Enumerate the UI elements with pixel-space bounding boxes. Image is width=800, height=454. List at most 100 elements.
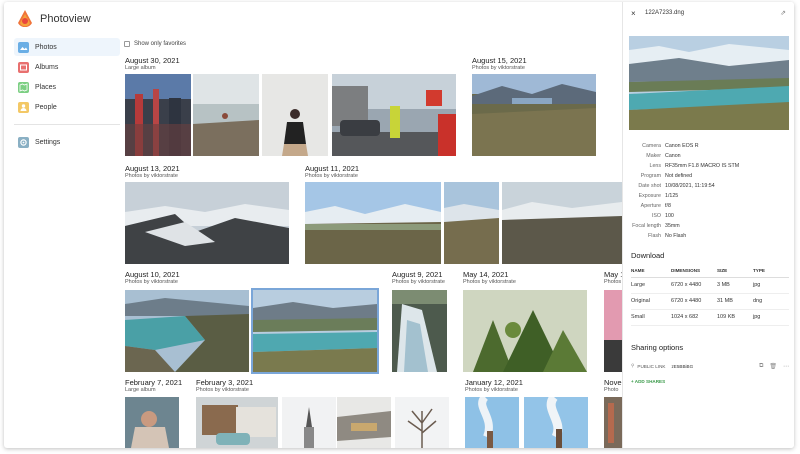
download-type: jpg [753,277,789,294]
photo-thumbnail[interactable] [337,397,391,448]
exif-row: Date shot 10/08/2021, 11:19:54 [623,181,794,191]
column-header: DIMENSIONS [671,265,717,278]
favorites-filter[interactable]: Show only favorites [124,41,186,47]
album-date[interactable]: August 10, 2021 [125,270,180,279]
album-subtitle: Photo [604,387,619,393]
public-link-label: PUBLIC LINK [637,363,666,369]
download-type: dng [753,293,789,310]
sidebar-item-label: People [35,103,57,111]
external-link-icon[interactable]: ⇗ [780,9,786,17]
album-date[interactable]: Nove [604,378,622,387]
download-row[interactable]: Original 6720 x 4480 31 MB dng [631,293,789,310]
exif-row: Program Not defined [623,171,794,181]
download-header-row: NAME DIMENSIONS SIZE TYPE [631,265,789,278]
share-link-row: ⚲ PUBLIC LINK zE5BBiBG ⧉ 🗑 ⋯ [631,360,789,372]
exif-value: Not defined [665,173,693,179]
sidebar-item-label: Places [35,83,57,91]
photo-thumbnail[interactable] [604,397,622,448]
photo-thumbnail[interactable] [332,74,456,156]
photo-thumbnail[interactable] [463,290,587,372]
photo-thumbnail[interactable] [444,182,499,264]
sidebar-divider [14,124,120,125]
people-icon [18,101,29,113]
album-date[interactable]: January 12, 2021 [465,378,523,387]
photo-thumbnail[interactable] [502,182,622,264]
photo-thumbnail[interactable] [125,182,289,264]
album-date[interactable]: August 15, 2021 [472,56,527,65]
add-shares-button[interactable]: + ADD SHARES [631,379,665,384]
exif-row: ISO 100 [623,211,794,221]
photo-thumbnail[interactable] [465,397,519,448]
photos-icon [18,41,29,53]
photo-thumbnail[interactable] [125,74,191,156]
photo-thumbnail[interactable] [392,290,447,372]
album-date[interactable]: February 3, 2021 [196,378,253,387]
exif-value: 35mm [665,223,680,229]
sidebar: Photos Albums Places People Settings [14,38,120,153]
photo-thumbnail[interactable] [604,290,622,372]
exif-value: No Flash [665,233,687,239]
sidebar-item-places[interactable]: Places [14,78,120,96]
copy-icon[interactable]: ⧉ [759,363,763,370]
download-dimensions: 1024 x 682 [671,309,717,326]
photo-thumbnail[interactable] [282,397,336,448]
app-title: Photoview [40,13,91,25]
album-date[interactable]: August 11, 2021 [305,164,359,173]
app-window: Photoview Photos Albums Places People Se… [4,2,794,448]
photo-thumbnail[interactable] [125,290,249,372]
exif-label: Maker [646,153,661,159]
places-icon [18,81,29,93]
photo-thumbnail[interactable] [524,397,588,448]
album-date[interactable]: August 30, 2021 [125,56,180,65]
download-size: 109 KB [717,309,753,326]
album-date[interactable]: August 13, 2021 [125,164,180,173]
album-subtitle: Photos by viktorstrate [465,387,518,393]
photo-thumbnail[interactable] [262,74,328,156]
sidebar-item-settings[interactable]: Settings [14,133,120,151]
sidebar-item-label: Photos [35,43,57,51]
album-subtitle: Photos by viktorstrate [463,279,516,285]
exif-label: Lens [649,163,662,169]
sidebar-item-label: Settings [35,138,61,146]
album-subtitle: Photos by viktorstrate [472,65,525,71]
album-date[interactable]: August 9, 2021 [392,270,442,279]
album-subtitle: Large album [125,387,156,393]
sidebar-item-label: Albums [35,63,59,71]
photo-thumbnail[interactable] [395,397,449,448]
exif-value: 100 [665,213,674,219]
photo-thumbnail-selected[interactable] [251,288,379,374]
photo-thumbnail[interactable] [305,182,441,264]
sidebar-item-albums[interactable]: Albums [14,58,120,76]
exif-row: Maker Canon [623,151,794,161]
favorites-label: Show only favorites [134,41,187,47]
album-subtitle: Photos by viktorstrate [392,279,445,285]
close-icon[interactable]: × [631,9,636,18]
sidebar-item-people[interactable]: People [14,98,120,116]
album-subtitle: Photos by viktorstrate [305,173,358,179]
favorites-checkbox[interactable] [124,41,130,47]
share-token[interactable]: zE5BBiBG [671,364,759,369]
download-size: 31 MB [717,293,753,310]
photo-preview [629,36,789,130]
photo-thumbnail[interactable] [472,74,596,156]
download-row[interactable]: Small 1024 x 682 109 KB jpg [631,309,789,326]
sidebar-item-photos[interactable]: Photos [14,38,120,56]
column-header: NAME [631,265,671,278]
exif-value: Canon [665,153,681,159]
delete-icon[interactable]: 🗑 [769,363,777,370]
download-type: jpg [753,309,789,326]
download-name: Original [631,293,671,310]
download-row[interactable]: Large 6720 x 4480 3 MB jpg [631,277,789,294]
album-subtitle: Photos [604,279,622,285]
album-date[interactable]: May 14, 2021 [463,270,508,279]
photoview-logo[interactable] [16,9,34,27]
more-icon[interactable]: ⋯ [783,363,789,370]
exif-label: Focal length [632,223,661,229]
photo-thumbnail[interactable] [125,397,179,448]
photo-thumbnail[interactable] [193,74,259,156]
albums-icon [18,61,29,73]
album-date[interactable]: February 7, 2021 [125,378,182,387]
photo-thumbnail[interactable] [196,397,278,448]
exif-label: Date shot [638,183,661,189]
photo-filename: 122A7233.dng [645,10,685,16]
